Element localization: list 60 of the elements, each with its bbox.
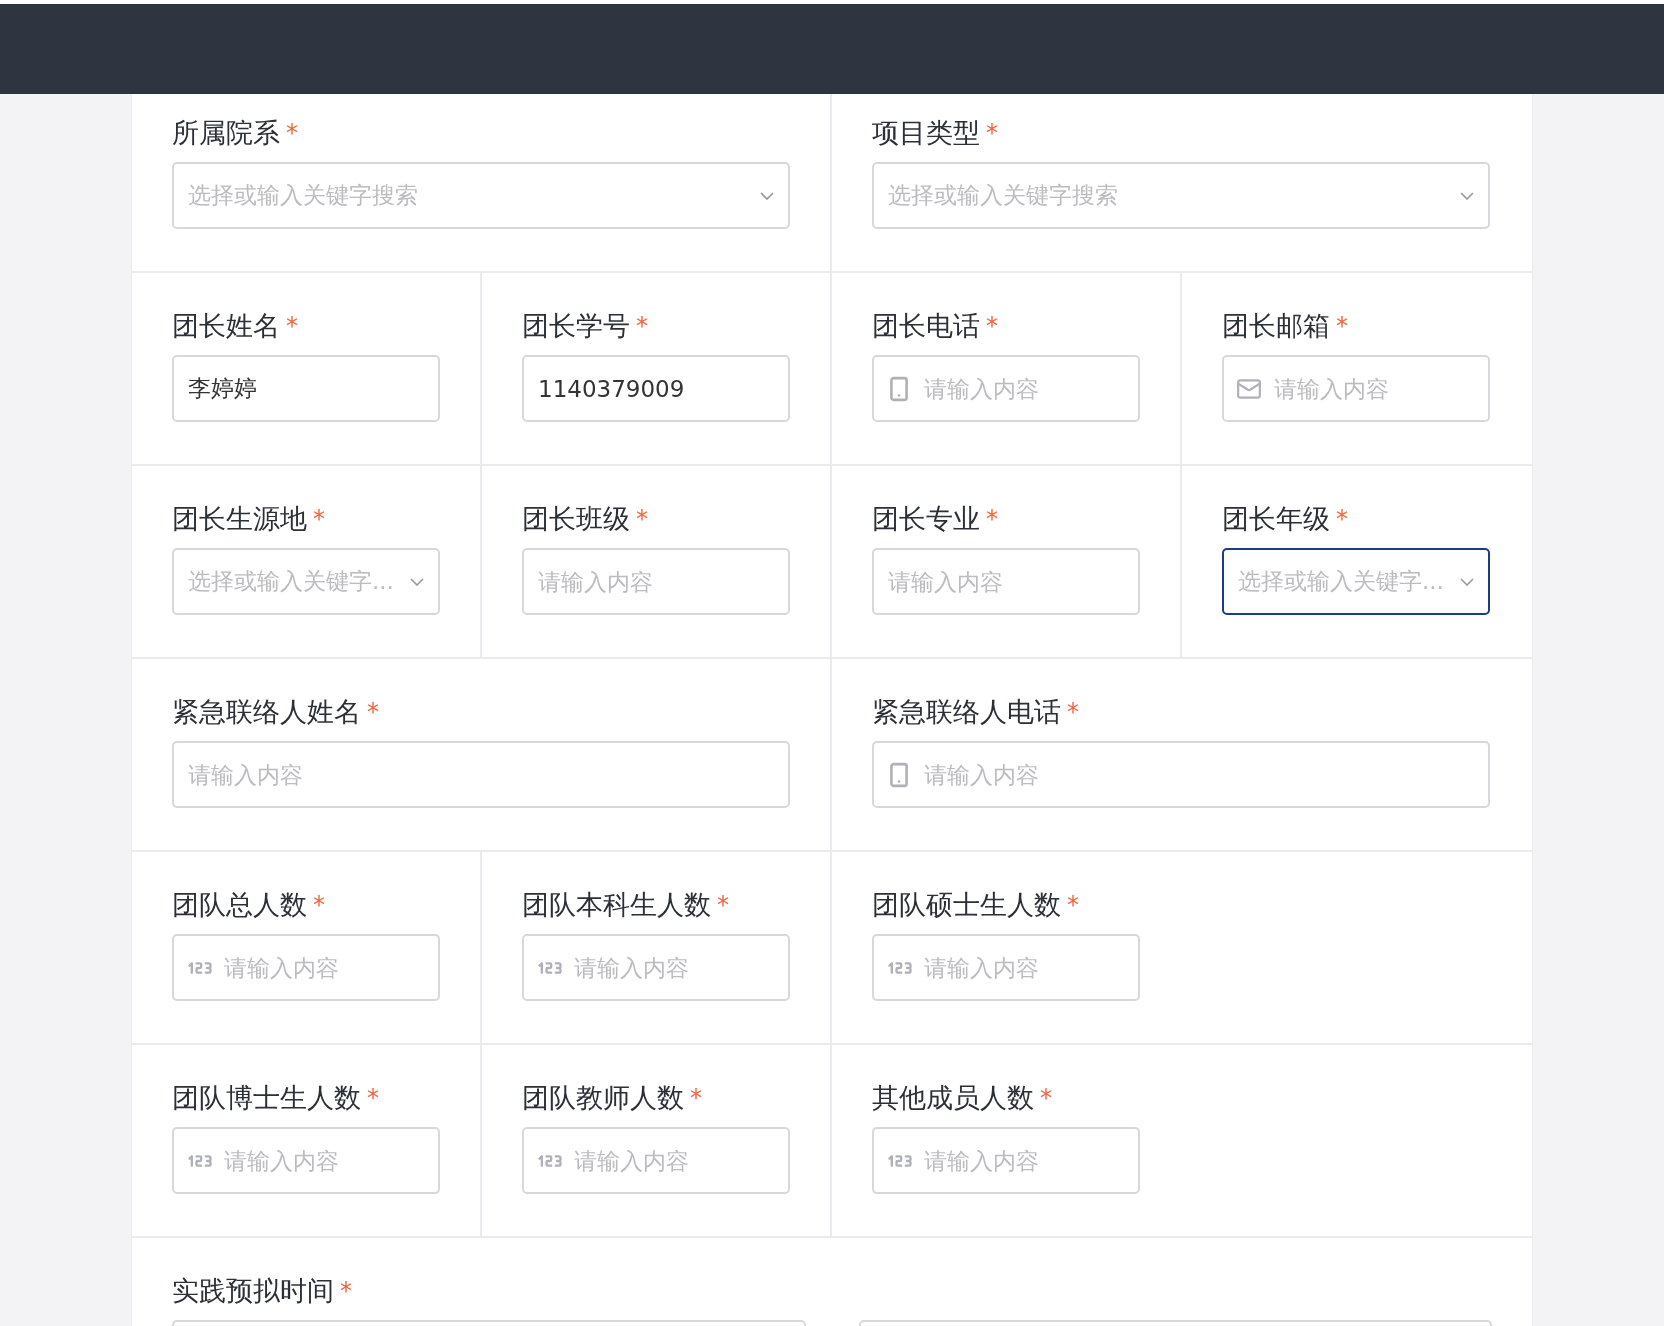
field-label: 项目类型 <box>872 116 980 150</box>
field-label: 团队博士生人数 <box>172 1081 361 1115</box>
field-label: 所属院系 <box>172 116 280 150</box>
required-mark: * <box>986 311 998 342</box>
required-mark: * <box>1336 504 1348 535</box>
required-mark: * <box>986 118 998 149</box>
required-mark: * <box>1336 311 1348 342</box>
input-field[interactable]: 请输入内容 <box>872 548 1140 615</box>
required-mark: * <box>367 1083 379 1114</box>
input-field[interactable]: 请输入内容 <box>172 934 440 1001</box>
required-mark: * <box>1040 1083 1052 1114</box>
input-field[interactable]: 请输入内容 <box>522 548 790 615</box>
field-label: 团长年级 <box>1222 502 1330 536</box>
input-field[interactable]: 1140379009 <box>522 355 790 422</box>
required-mark: * <box>313 504 325 535</box>
field-label: 实践预拟时间 <box>172 1274 334 1308</box>
required-mark: * <box>313 890 325 921</box>
required-mark: * <box>286 118 298 149</box>
input-field[interactable]: 请输入内容 <box>872 741 1490 808</box>
field-label: 团长姓名 <box>172 309 280 343</box>
select-field[interactable]: 选择或输入关键字... <box>1222 548 1490 615</box>
input-field[interactable]: 请输入内容 <box>872 934 1140 1001</box>
required-mark: * <box>690 1083 702 1114</box>
field-label: 团长生源地 <box>172 502 307 536</box>
chevron-down-icon <box>1460 577 1474 586</box>
required-mark: * <box>636 311 648 342</box>
field-label: 紧急联络人电话 <box>872 695 1061 729</box>
select-field[interactable]: 选择或输入关键字... <box>172 548 440 615</box>
required-mark: * <box>340 1276 352 1307</box>
chevron-down-icon <box>760 191 774 200</box>
input-field[interactable]: 请输入内容 <box>522 934 790 1001</box>
field-label: 紧急联络人姓名 <box>172 695 361 729</box>
required-mark: * <box>286 311 298 342</box>
field-label: 团队教师人数 <box>522 1081 684 1115</box>
field-label: 团长电话 <box>872 309 980 343</box>
input-field[interactable]: 请输入内容 <box>872 355 1140 422</box>
required-mark: * <box>1067 890 1079 921</box>
select-field[interactable]: 选择或输入关键字搜索 <box>172 162 790 229</box>
input-field[interactable]: 请输入内容 <box>172 1127 440 1194</box>
field-label: 团长学号 <box>522 309 630 343</box>
input-field[interactable]: 请输入内容 <box>872 1127 1140 1194</box>
input-field[interactable]: 请输入内容 <box>1222 355 1490 422</box>
field-label: 团长专业 <box>872 502 980 536</box>
field-label: 团队硕士生人数 <box>872 888 1061 922</box>
field-label: 团队本科生人数 <box>522 888 711 922</box>
input-field[interactable]: 李婷婷 <box>172 355 440 422</box>
required-mark: * <box>986 504 998 535</box>
required-mark: * <box>367 697 379 728</box>
field-label: 团长邮箱 <box>1222 309 1330 343</box>
required-mark: * <box>636 504 648 535</box>
chevron-down-icon <box>1460 191 1474 200</box>
select-field[interactable]: 选择或输入关键字搜索 <box>872 162 1490 229</box>
input-field[interactable]: 请输入内容 <box>522 1127 790 1194</box>
field-label: 团队总人数 <box>172 888 307 922</box>
required-mark: * <box>717 890 729 921</box>
input-field[interactable]: 请输入内容 <box>172 741 790 808</box>
chevron-down-icon <box>410 577 424 586</box>
required-mark: * <box>1067 697 1079 728</box>
field-label: 团长班级 <box>522 502 630 536</box>
field-label: 其他成员人数 <box>872 1081 1034 1115</box>
